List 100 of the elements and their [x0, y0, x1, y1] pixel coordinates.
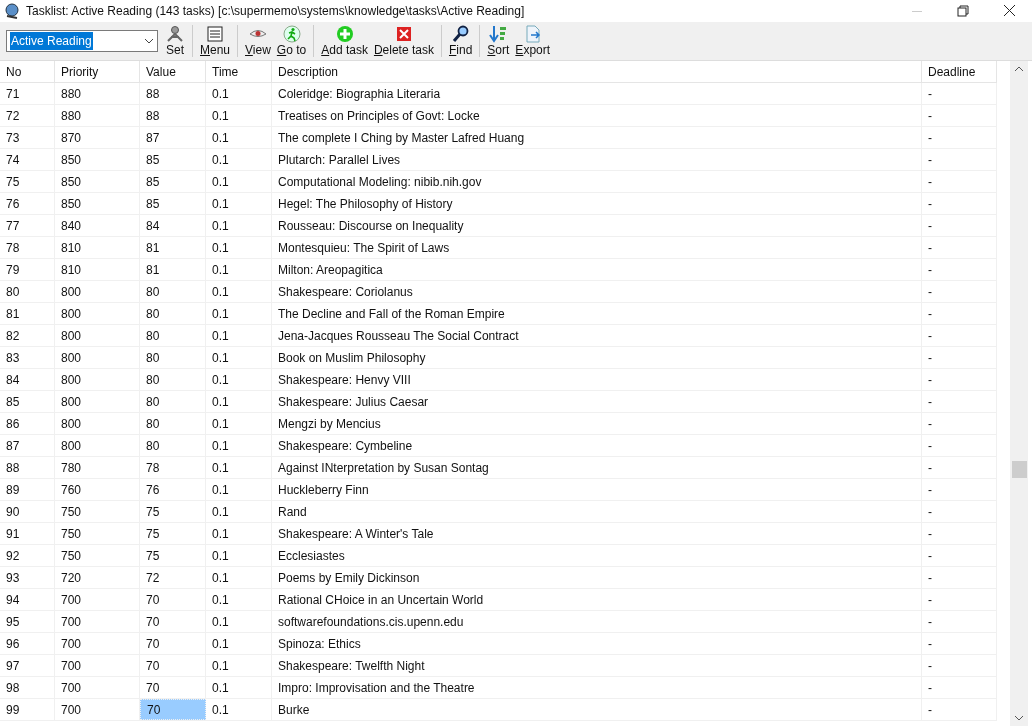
table-cell: 800 [55, 435, 140, 456]
table-cell: 83 [0, 347, 55, 368]
table-cell: 73 [0, 127, 55, 148]
table-cell: 91 [0, 523, 55, 544]
table-cell: 0.1 [206, 127, 272, 148]
table-cell: 74 [0, 149, 55, 170]
table-cell: Rand [272, 501, 922, 522]
table-cell: 800 [55, 347, 140, 368]
vertical-scrollbar[interactable] [1010, 61, 1028, 726]
table-cell: 0.1 [206, 523, 272, 544]
table-cell: 78 [0, 237, 55, 258]
table-cell: 0.1 [206, 237, 272, 258]
table-cell: 90 [0, 501, 55, 522]
table-cell: 80 [140, 347, 206, 368]
table-cell: 76 [0, 193, 55, 214]
table-cell: Book on Muslim Philosophy [272, 347, 922, 368]
table-cell: Jena-Jacques Rousseau The Social Contract [272, 325, 922, 346]
table-cell: 810 [55, 259, 140, 280]
table-cell: - [922, 325, 997, 346]
table-cell: Shakespeare: Twelfth Night [272, 655, 922, 676]
table-cell: 0.1 [206, 611, 272, 632]
table-cell: 89 [0, 479, 55, 500]
table-cell: Treatises on Principles of Govt: Locke [272, 105, 922, 126]
table-cell: 760 [55, 479, 140, 500]
table-cell: - [922, 259, 997, 280]
table-cell: Milton: Areopagitica [272, 259, 922, 280]
table-cell: - [922, 237, 997, 258]
search-icon [450, 25, 471, 43]
table-cell: Rational CHoice in an Uncertain World [272, 589, 922, 610]
table-cell: 0.1 [206, 633, 272, 654]
table-cell: - [922, 479, 997, 500]
table-cell: 70 [140, 611, 206, 632]
table-cell: The complete I Ching by Master Lafred Huang [272, 127, 922, 148]
toolbar-button[interactable]: Go to [273, 23, 310, 59]
toolbar-button[interactable]: Set [162, 23, 188, 59]
table-cell: Shakespeare: Coriolanus [272, 281, 922, 302]
table-cell: 85 [0, 391, 55, 412]
table-cell: 95 [0, 611, 55, 632]
table-cell: - [922, 347, 997, 368]
scroll-thumb[interactable] [1011, 461, 1027, 478]
table-cell: 0.1 [206, 83, 272, 104]
toolbar-button[interactable]: Sort [484, 23, 513, 59]
table-cell: 870 [55, 127, 140, 148]
table-cell: 80 [140, 391, 206, 412]
tasklist-select[interactable]: Active Reading [6, 30, 158, 52]
table-cell: 82 [0, 325, 55, 346]
table-cell: 75 [140, 523, 206, 544]
table-cell: - [922, 567, 997, 588]
table-cell: 70 [140, 699, 206, 720]
table-cell: 0.1 [206, 479, 272, 500]
table-cell: 0.1 [206, 105, 272, 126]
toolbar-button[interactable]: View [242, 23, 274, 59]
table-cell: 0.1 [206, 677, 272, 698]
toolbar-button[interactable]: Add task [318, 23, 371, 59]
table-cell: 840 [55, 215, 140, 236]
table-cell: 81 [140, 237, 206, 258]
table-cell: 700 [55, 611, 140, 632]
plus-icon [334, 25, 355, 43]
table-cell: 800 [55, 325, 140, 346]
table-cell: 0.1 [206, 391, 272, 412]
table-cell: 85 [140, 193, 206, 214]
table-cell: 88 [140, 83, 206, 104]
table-cell: 700 [55, 677, 140, 698]
table-cell: 88 [140, 105, 206, 126]
table-cell: Mengzi by Mencius [272, 413, 922, 434]
table-cell: 81 [140, 259, 206, 280]
table-cell: 800 [55, 281, 140, 302]
table-cell: Spinoza: Ethics [272, 633, 922, 654]
toolbar-button[interactable]: Find [445, 23, 476, 59]
table-cell: 0.1 [206, 589, 272, 610]
toolbar-button[interactable]: Delete task [370, 23, 437, 59]
table-cell: - [922, 149, 997, 170]
table-cell: - [922, 369, 997, 390]
table-cell: 84 [0, 369, 55, 390]
table-cell: 880 [55, 105, 140, 126]
table-cell: 96 [0, 633, 55, 654]
table-cell: - [922, 83, 997, 104]
toolbar-button[interactable]: Export [512, 23, 554, 59]
table-cell: - [922, 699, 997, 720]
sort-icon [488, 25, 509, 43]
table-cell: 70 [140, 655, 206, 676]
table-cell: 75 [0, 171, 55, 192]
running-figure-icon [281, 25, 302, 43]
table-cell: Against INterpretation by Susan Sontag [272, 457, 922, 478]
table-cell: 700 [55, 655, 140, 676]
table-cell: 0.1 [206, 193, 272, 214]
table-cell: Poems by Emily Dickinson [272, 567, 922, 588]
table-cell: 0.1 [206, 655, 272, 676]
table-cell: 0.1 [206, 347, 272, 368]
table-cell: - [922, 523, 997, 544]
table-cell: - [922, 435, 997, 456]
table-cell: 80 [140, 369, 206, 390]
table-cell: 700 [55, 589, 140, 610]
table-cell: Shakespeare: Henvy VIII [272, 369, 922, 390]
table-cell: 87 [0, 435, 55, 456]
table-cell: 78 [140, 457, 206, 478]
table-cell: - [922, 545, 997, 566]
table-cell: 75 [140, 501, 206, 522]
toolbar-button[interactable]: Menu [197, 23, 234, 59]
table-cell: Impro: Improvisation and the Theatre [272, 677, 922, 698]
